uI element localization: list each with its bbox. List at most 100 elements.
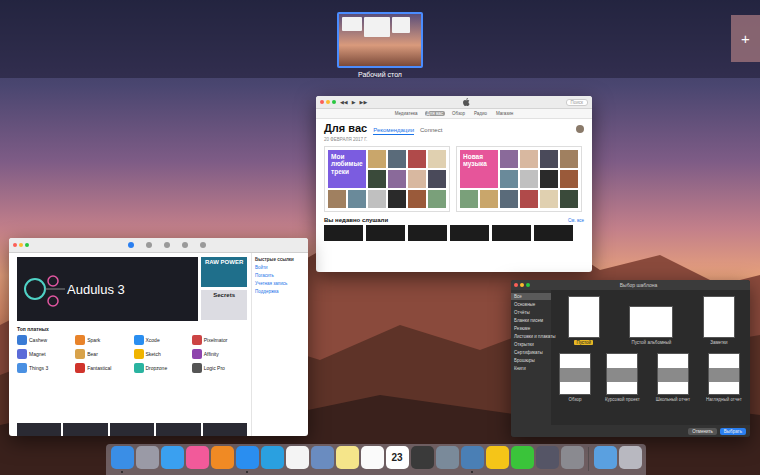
template-preview[interactable] <box>559 353 591 395</box>
app-name[interactable]: Affinity <box>204 351 219 357</box>
dock-item[interactable] <box>560 444 584 473</box>
template-preview[interactable] <box>657 353 689 395</box>
dock-item[interactable] <box>185 444 209 473</box>
space-thumbnail[interactable] <box>337 12 423 68</box>
app-icon[interactable] <box>311 446 334 469</box>
dock-item[interactable] <box>235 444 259 473</box>
dock-item[interactable] <box>435 444 459 473</box>
nav-item[interactable]: Медиатека <box>393 111 420 116</box>
app-name[interactable]: Bear <box>87 351 98 357</box>
app-item[interactable]: Fantastical <box>75 363 130 373</box>
app-icon[interactable] <box>186 446 209 469</box>
album-art[interactable] <box>408 225 447 241</box>
app-item[interactable]: Spark <box>75 335 130 345</box>
app-name[interactable]: Fantastical <box>87 365 111 371</box>
album-art[interactable] <box>480 190 498 208</box>
app-name[interactable]: Xcode <box>146 337 160 343</box>
toolbar-tab-icon[interactable] <box>200 242 206 248</box>
dock-item[interactable] <box>460 444 484 473</box>
search-field[interactable]: Поиск <box>566 99 588 106</box>
app-icon[interactable] <box>261 446 284 469</box>
window-button-icon[interactable] <box>19 243 23 247</box>
app-item[interactable]: Bear <box>75 349 130 359</box>
traffic-lights[interactable] <box>13 243 29 247</box>
itunes-window[interactable]: ◀◀▶▶▶ПоискМедиатекаДля васОбзорРадиоМага… <box>316 96 592 272</box>
featured-banner[interactable]: Audulus 3 <box>17 257 198 321</box>
playback-control[interactable]: ◀◀ <box>340 99 348 105</box>
template[interactable]: Заметки <box>703 296 735 345</box>
window-button-icon[interactable] <box>13 243 17 247</box>
add-space-button[interactable]: + <box>731 15 760 62</box>
window-button-icon[interactable] <box>520 283 524 287</box>
mix-card[interactable]: Мои любимые треки <box>324 146 450 212</box>
app-icon[interactable] <box>17 349 27 359</box>
album-art[interactable] <box>428 150 446 168</box>
album-art[interactable] <box>324 225 363 241</box>
album-art[interactable] <box>534 225 573 241</box>
dock-item[interactable] <box>285 444 309 473</box>
see-all-link[interactable]: См. все <box>568 218 584 223</box>
playback-control[interactable]: ▶▶ <box>360 99 368 105</box>
dock-item[interactable] <box>135 444 159 473</box>
app-icon[interactable] <box>211 446 234 469</box>
tab[interactable]: Рекомендации <box>373 127 414 135</box>
quick-link[interactable]: Учетная запись <box>255 281 305 286</box>
album-art[interactable] <box>368 190 386 208</box>
album-art[interactable] <box>500 190 518 208</box>
template-preview[interactable] <box>708 353 740 395</box>
album-art[interactable] <box>492 225 531 241</box>
album-art[interactable] <box>560 190 578 208</box>
album-art[interactable] <box>408 170 426 188</box>
pages-window[interactable]: Выбор шаблонаВсеОсновныеОтчётыБланки пис… <box>511 280 750 437</box>
window-button-icon[interactable] <box>320 100 324 104</box>
album-art[interactable] <box>520 150 538 168</box>
category-item[interactable]: Сертификаты <box>511 349 551 356</box>
app-name[interactable]: Things 3 <box>29 365 48 371</box>
template-label[interactable]: Школьный отчет <box>654 397 692 402</box>
dock-item[interactable] <box>110 444 134 473</box>
category-item[interactable]: Все <box>511 293 551 300</box>
template[interactable]: Пустой альбомный <box>629 296 673 345</box>
album-art[interactable] <box>388 170 406 188</box>
album-art[interactable] <box>366 225 405 241</box>
window-button-icon[interactable] <box>25 243 29 247</box>
app-icon[interactable] <box>286 446 309 469</box>
album-art[interactable] <box>540 150 558 168</box>
template[interactable]: Курсовой проект <box>603 353 642 402</box>
app-icon[interactable] <box>134 363 144 373</box>
template[interactable]: Школьный отчет <box>654 353 692 402</box>
category-item[interactable]: Резюме <box>511 325 551 332</box>
app-icon[interactable] <box>111 446 134 469</box>
dock-item[interactable] <box>510 444 534 473</box>
category-item[interactable]: Книги <box>511 365 551 372</box>
dock-item[interactable] <box>335 444 359 473</box>
dock-item[interactable] <box>360 444 384 473</box>
template-label[interactable]: Курсовой проект <box>603 397 642 402</box>
app-name[interactable]: Cashew <box>29 337 47 343</box>
album-art[interactable] <box>560 170 578 188</box>
traffic-lights[interactable] <box>514 283 530 287</box>
app-name[interactable]: Spark <box>87 337 100 343</box>
template[interactable]: Обзор <box>559 353 591 402</box>
app-item[interactable]: Affinity <box>192 349 247 359</box>
dock-item[interactable] <box>593 444 617 473</box>
album-art[interactable] <box>408 150 426 168</box>
app-item[interactable]: Things 3 <box>17 363 72 373</box>
album-art[interactable] <box>540 190 558 208</box>
window-button-icon[interactable] <box>326 100 330 104</box>
app-icon[interactable] <box>336 446 359 469</box>
album-art[interactable] <box>428 190 446 208</box>
quick-link[interactable]: Поддержка <box>255 289 305 294</box>
window-button-icon[interactable] <box>332 100 336 104</box>
dock-item[interactable]: 23 <box>385 444 409 473</box>
template-preview[interactable] <box>568 296 600 338</box>
app-item[interactable]: Dropzone <box>134 363 189 373</box>
category-item[interactable]: Отчёты <box>511 309 551 316</box>
app-item[interactable]: Logic Pro <box>192 363 247 373</box>
app-name[interactable]: Dropzone <box>146 365 168 371</box>
template-preview[interactable] <box>629 306 673 338</box>
toolbar-tab-icon[interactable] <box>182 242 188 248</box>
album-art[interactable] <box>520 190 538 208</box>
app-icon[interactable] <box>161 446 184 469</box>
template-label[interactable]: Заметки <box>708 340 729 345</box>
